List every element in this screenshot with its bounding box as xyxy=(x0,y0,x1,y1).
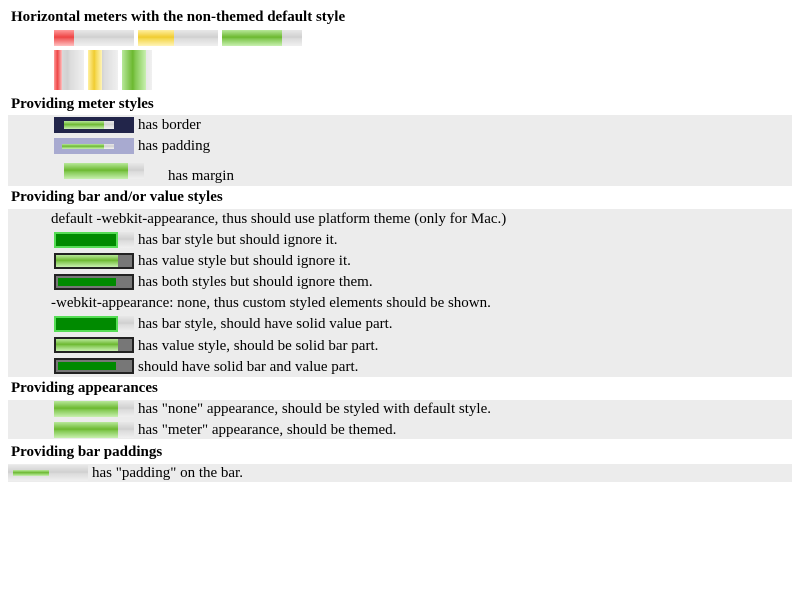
section-heading-bar-value-styles: Providing bar and/or value styles xyxy=(11,189,223,205)
meter-appearance-meter xyxy=(54,422,134,438)
meter-value xyxy=(58,362,116,370)
default-appearance-note: default -webkit-appearance, thus should … xyxy=(51,211,507,227)
margin-meter xyxy=(64,163,144,179)
meter-both-styles-ignored xyxy=(54,274,134,290)
meter-value xyxy=(222,30,282,46)
meter-value xyxy=(62,144,104,149)
meter-value xyxy=(58,278,116,286)
padded-meter xyxy=(54,138,134,154)
meter-value xyxy=(64,163,128,179)
horizontal-meter-medium xyxy=(138,30,218,46)
meter-value xyxy=(54,232,118,248)
meter-bar-padding xyxy=(8,465,88,481)
meter-value xyxy=(54,316,118,332)
label-value-solid: has value style, should be solid bar par… xyxy=(138,338,379,354)
meter-bar-style-ignored xyxy=(54,232,134,248)
meter-value xyxy=(54,422,118,438)
meter-bar-style-solid xyxy=(54,316,134,332)
vertical-meter-low xyxy=(54,50,84,90)
horizontal-meter-high xyxy=(222,30,302,46)
label-both-ignore: has both styles but should ignore them. xyxy=(138,274,373,290)
label-appearance-meter: has "meter" appearance, should be themed… xyxy=(138,422,397,438)
label-both-solid: should have solid bar and value part. xyxy=(138,359,359,375)
meter-value xyxy=(13,470,49,476)
meter-value xyxy=(88,50,102,90)
meter-value xyxy=(138,30,174,46)
meter-label-margin: has margin xyxy=(168,168,234,184)
section-heading-bar-paddings: Providing bar paddings xyxy=(11,444,163,460)
padded-meter-track xyxy=(62,144,114,149)
horizontal-meter-low xyxy=(54,30,134,46)
meter-value xyxy=(56,255,118,267)
bordered-meter-track xyxy=(64,121,114,129)
none-appearance-note: -webkit-appearance: none, thus custom st… xyxy=(51,295,491,311)
meter-value-style-solid xyxy=(54,337,134,353)
meter-label-border: has border xyxy=(138,117,201,133)
vertical-meter-medium xyxy=(88,50,118,90)
meter-value xyxy=(64,121,104,129)
meter-value xyxy=(56,339,118,351)
meter-appearance-none xyxy=(54,401,134,417)
meter-value xyxy=(54,30,74,46)
label-bar-padding: has "padding" on the bar. xyxy=(92,465,243,481)
vertical-meter-high xyxy=(122,50,152,90)
section-heading-default-style: Horizontal meters with the non-themed de… xyxy=(11,9,346,25)
label-bar-solid: has bar style, should have solid value p… xyxy=(138,316,393,332)
bordered-meter xyxy=(54,117,134,133)
meter-value xyxy=(122,50,146,90)
meter-label-padding: has padding xyxy=(138,138,211,154)
section-heading-appearances: Providing appearances xyxy=(11,380,158,396)
section-heading-meter-styles: Providing meter styles xyxy=(11,96,154,112)
meter-both-solid xyxy=(54,358,134,374)
label-bar-ignore: has bar style but should ignore it. xyxy=(138,232,338,248)
meter-value xyxy=(54,50,62,90)
meter-value-style-ignored xyxy=(54,253,134,269)
meter-value xyxy=(54,401,118,417)
label-appearance-none: has "none" appearance, should be styled … xyxy=(138,401,491,417)
label-value-ignore: has value style but should ignore it. xyxy=(138,253,351,269)
meter-test-page: Horizontal meters with the non-themed de… xyxy=(0,0,800,600)
